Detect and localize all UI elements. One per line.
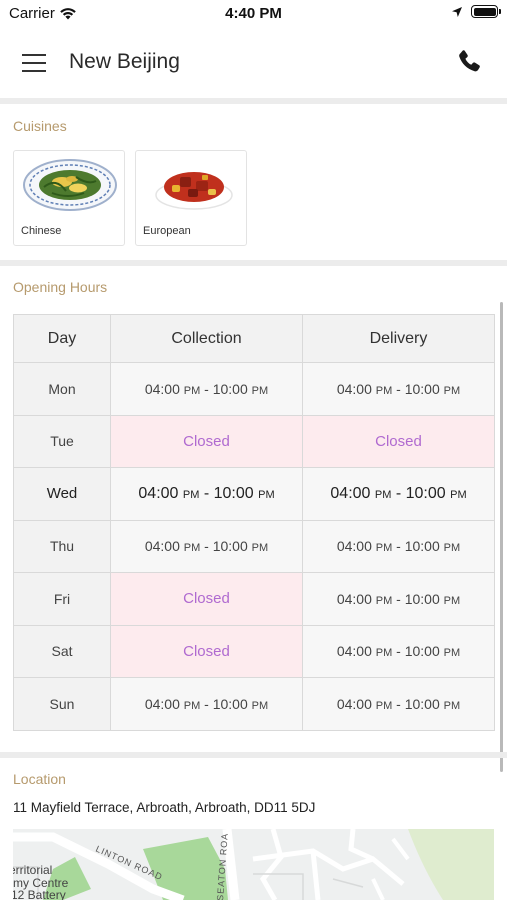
map-canvas: LINTON ROAD SEATON ROA erritorial rmy Ce… — [13, 829, 494, 900]
cuisine-card-european[interactable]: European — [135, 150, 247, 246]
page-title: New Beijing — [69, 50, 180, 73]
column-header-delivery: Delivery — [302, 314, 495, 363]
table-row: Tue Closed Closed — [13, 414, 495, 468]
opening-hours-table: Day Collection Delivery Mon 04:00 PM - 1… — [13, 314, 495, 731]
cuisine-name: European — [143, 225, 191, 237]
opening-hours-section-label: Opening Hours — [13, 279, 108, 295]
phone-icon[interactable] — [455, 48, 483, 76]
day-cell: Mon — [13, 362, 111, 416]
collection-closed-cell: Closed — [110, 414, 303, 468]
table-row-today: Wed 04:00 PM - 10:00 PM 04:00 PM - 10:00… — [13, 467, 495, 521]
table-row: Mon 04:00 PM - 10:00 PM 04:00 PM - 10:00… — [13, 362, 495, 416]
delivery-hours-cell: 04:00 PM - 10:00 PM — [302, 624, 495, 678]
delivery-hours-cell: 04:00 PM - 10:00 PM — [302, 467, 495, 521]
location-arrow-icon — [452, 6, 462, 17]
section-separator — [0, 752, 507, 758]
map-place-label: 12 Battery — [13, 888, 66, 900]
collection-hours-cell: 04:00 PM - 10:00 PM — [110, 519, 303, 573]
day-cell: Fri — [13, 572, 111, 626]
cuisine-name: Chinese — [21, 225, 62, 237]
delivery-hours-cell: 04:00 PM - 10:00 PM — [302, 677, 495, 731]
collection-closed-cell: Closed — [110, 572, 303, 626]
status-time: 4:40 PM — [225, 5, 282, 22]
delivery-hours-cell: 04:00 PM - 10:00 PM — [302, 572, 495, 626]
cuisines-section-label: Cuisines — [13, 118, 67, 134]
day-cell: Thu — [13, 519, 111, 573]
table-row: Fri Closed 04:00 PM - 10:00 PM — [13, 572, 495, 626]
status-bar: Carrier 4:40 PM — [0, 0, 507, 30]
day-cell: Tue — [13, 414, 111, 468]
table-row: Sat Closed 04:00 PM - 10:00 PM — [13, 624, 495, 678]
location-map[interactable]: LINTON ROAD SEATON ROA erritorial rmy Ce… — [13, 829, 494, 900]
delivery-hours-cell: 04:00 PM - 10:00 PM — [302, 362, 495, 416]
battery-icon — [471, 5, 501, 18]
day-cell: Sun — [13, 677, 111, 731]
section-separator — [0, 260, 507, 266]
status-bar-right — [451, 5, 501, 18]
battery-level — [473, 7, 496, 16]
column-header-day: Day — [13, 314, 111, 363]
hamburger-menu-icon[interactable] — [20, 50, 50, 74]
collection-hours-cell: 04:00 PM - 10:00 PM — [110, 467, 303, 521]
address-text: 11 Mayfield Terrace, Arbroath, Arbroath,… — [13, 800, 316, 815]
collection-closed-cell: Closed — [110, 624, 303, 678]
app-header: New Beijing — [0, 30, 507, 96]
map-place-label: erritorial — [13, 863, 52, 877]
delivery-hours-cell: 04:00 PM - 10:00 PM — [302, 519, 495, 573]
day-cell: Wed — [13, 467, 111, 521]
section-separator — [0, 98, 507, 104]
cuisine-card-chinese[interactable]: Chinese — [13, 150, 125, 246]
table-header-row: Day Collection Delivery — [13, 314, 495, 363]
table-row: Thu 04:00 PM - 10:00 PM 04:00 PM - 10:00… — [13, 519, 495, 573]
collection-hours-cell: 04:00 PM - 10:00 PM — [110, 677, 303, 731]
european-dish-image — [155, 172, 233, 210]
day-cell: Sat — [13, 624, 111, 678]
collection-hours-cell: 04:00 PM - 10:00 PM — [110, 362, 303, 416]
chinese-dish-image — [23, 159, 117, 211]
delivery-closed-cell: Closed — [302, 414, 495, 468]
location-section-label: Location — [13, 771, 66, 787]
column-header-collection: Collection — [110, 314, 303, 363]
scrollbar[interactable] — [500, 302, 503, 772]
table-row: Sun 04:00 PM - 10:00 PM 04:00 PM - 10:00… — [13, 677, 495, 731]
